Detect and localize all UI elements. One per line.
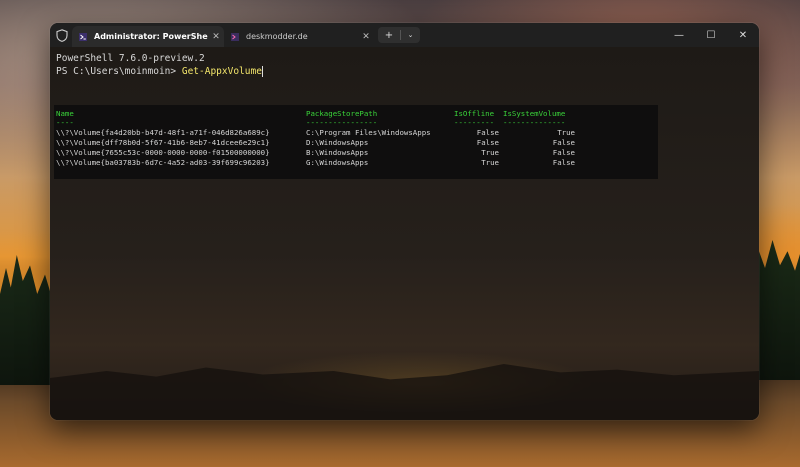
column-underline: --------------: [503, 118, 566, 127]
wallpaper-hills: [50, 364, 759, 420]
cell-isoffline: False: [476, 128, 499, 137]
prompt-line: PS C:\Users\moinmoin> Get-AppxVolume: [56, 66, 263, 77]
title-bar[interactable]: Administrator: PowerShell 7 P ✕ deskmodd…: [50, 23, 759, 47]
tab-deskmodder[interactable]: deskmodder.de ✕: [224, 26, 374, 47]
plus-icon[interactable]: +: [378, 30, 400, 41]
column-underline: ----: [56, 118, 74, 127]
terminal-window: Administrator: PowerShell 7 P ✕ deskmodd…: [50, 23, 759, 420]
tab-powershell-admin[interactable]: Administrator: PowerShell 7 P ✕: [72, 26, 224, 47]
column-underline: ---------: [454, 118, 495, 127]
column-header: IsSystemVolume: [503, 109, 566, 118]
column-header: Name: [56, 109, 74, 118]
table-row: \\?\Volume{ba03783b-6d7c-4a52-ad03-39f69…: [56, 158, 575, 168]
cell-path: B:\WindowsApps: [306, 148, 369, 157]
maximize-icon[interactable]: ☐: [695, 23, 727, 47]
cell-path: C:\Program Files\WindowsApps: [306, 128, 431, 137]
cell-path: G:\WindowsApps: [306, 158, 369, 167]
table-underline-row: ---- ---------------- --------- --------…: [56, 118, 565, 128]
close-icon[interactable]: ✕: [208, 32, 224, 42]
command: Get-AppxVolume: [181, 66, 262, 77]
text-cursor: [261, 66, 263, 77]
cell-name: \\?\Volume{fa4d20bb-b47d-48f1-a71f-046d8…: [56, 128, 270, 137]
terminal-icon: [231, 32, 239, 41]
tab-title: deskmodder.de: [246, 32, 308, 41]
close-icon[interactable]: ✕: [358, 32, 374, 42]
close-icon[interactable]: ✕: [727, 23, 759, 47]
chevron-down-icon[interactable]: ⌄: [401, 31, 420, 39]
terminal-content[interactable]: PowerShell 7.6.0-preview.2 PS C:\Users\m…: [50, 47, 759, 420]
column-header: IsOffline: [454, 109, 495, 118]
cell-issystemvolume: True: [557, 128, 575, 137]
cell-isoffline: False: [476, 138, 499, 147]
prompt: PS C:\Users\moinmoin>: [56, 66, 182, 77]
new-tab-control: + ⌄: [378, 27, 420, 43]
cell-name: \\?\Volume{ba03783b-6d7c-4a52-ad03-39f69…: [56, 158, 270, 167]
cell-isoffline: True: [481, 158, 499, 167]
cell-issystemvolume: False: [552, 158, 575, 167]
output-table: Name PackageStorePath IsOffline IsSystem…: [54, 105, 658, 179]
tab-title: Administrator: PowerShell 7 P: [94, 32, 208, 41]
table-row: \\?\Volume{7655c53c-0000-0000-0000-f0150…: [56, 148, 575, 158]
cell-isoffline: True: [481, 148, 499, 157]
column-underline: ----------------: [306, 118, 378, 127]
cell-issystemvolume: False: [552, 148, 575, 157]
minimize-icon[interactable]: —: [663, 23, 695, 47]
cell-issystemvolume: False: [552, 138, 575, 147]
powershell-icon: [79, 32, 87, 41]
table-row: \\?\Volume{fa4d20bb-b47d-48f1-a71f-046d8…: [56, 128, 575, 138]
table-row: \\?\Volume{dff78b0d-5f67-41b6-8eb7-41dce…: [56, 138, 575, 148]
cell-name: \\?\Volume{7655c53c-0000-0000-0000-f0150…: [56, 148, 270, 157]
cell-name: \\?\Volume{dff78b0d-5f67-41b6-8eb7-41dce…: [56, 138, 270, 147]
version-line: PowerShell 7.6.0-preview.2: [56, 53, 205, 64]
cell-path: D:\WindowsApps: [306, 138, 369, 147]
shield-icon: [56, 29, 68, 42]
column-header: PackageStorePath: [306, 109, 378, 118]
window-controls: — ☐ ✕: [663, 23, 759, 47]
